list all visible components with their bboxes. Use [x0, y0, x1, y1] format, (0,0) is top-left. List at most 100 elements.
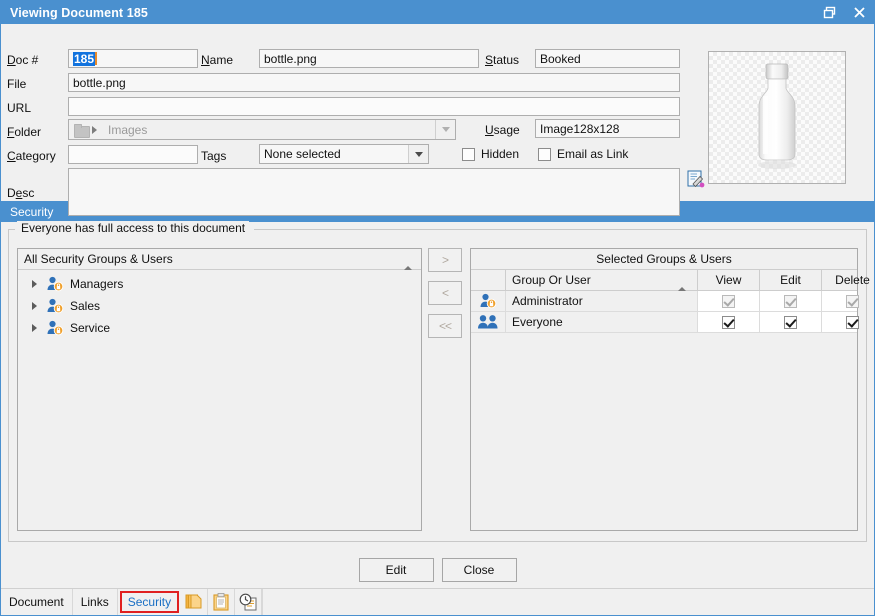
groupbox-legend: Everyone has full access to this documen… [17, 221, 249, 235]
grid-header-label: Group Or User [512, 273, 591, 287]
file-input[interactable]: bottle.png [68, 73, 680, 92]
close-dialog-button[interactable]: Close [442, 558, 517, 582]
all-groups-tree[interactable]: All Security Groups & Users Manag [17, 248, 422, 531]
history-icon [239, 593, 257, 611]
folder-label: Folder [7, 125, 41, 139]
tree-header[interactable]: All Security Groups & Users [18, 249, 421, 270]
row-view-cell[interactable] [698, 291, 760, 311]
category-input[interactable] [68, 145, 198, 164]
row-edit-cell[interactable] [760, 312, 822, 332]
desc-textarea[interactable] [68, 168, 680, 216]
tree-header-label: All Security Groups & Users [24, 252, 173, 266]
user-lock-icon [46, 320, 64, 336]
grid-header-row: Group Or User View Edit Delete [471, 270, 857, 291]
tree-node-label: Managers [70, 277, 123, 291]
add-button-label: > [442, 253, 448, 267]
selected-groups-grid[interactable]: Selected Groups & Users Group Or User Vi… [470, 248, 858, 531]
usage-value: Image128x128 [540, 122, 619, 136]
chevron-right-icon[interactable] [32, 302, 37, 310]
folder-value: Images [104, 123, 435, 137]
window-title: Viewing Document 185 [10, 6, 148, 20]
table-row[interactable]: Everyone [471, 312, 857, 333]
tab-label: Document [9, 595, 64, 609]
copy-button[interactable] [181, 589, 208, 615]
table-row[interactable]: Administrator [471, 291, 857, 312]
grid-header-label: Delete [835, 273, 870, 287]
row-name-label: Administrator [512, 294, 583, 308]
file-value: bottle.png [73, 76, 126, 90]
bottle-image [746, 62, 808, 174]
remove-all-button-label: << [439, 319, 451, 333]
chevron-down-icon [415, 152, 423, 157]
dialog-buttons: Edit Close [1, 558, 874, 582]
tree-node-service[interactable]: Service [18, 317, 421, 339]
row-delete-cell[interactable] [822, 291, 875, 311]
checkbox-box [538, 148, 551, 161]
tab-security[interactable]: Security [120, 591, 179, 613]
sort-ascending-icon [677, 273, 687, 287]
grid-header-icon [471, 270, 506, 290]
url-input[interactable] [68, 97, 680, 116]
usage-input[interactable]: Image128x128 [535, 119, 680, 138]
paste-button[interactable] [208, 589, 235, 615]
row-view-cell[interactable] [698, 312, 760, 332]
restore-button[interactable] [814, 1, 844, 24]
tab-document[interactable]: Document [1, 589, 73, 615]
folder-icon [74, 124, 89, 136]
tree-node-sales[interactable]: Sales [18, 295, 421, 317]
users-icon [477, 314, 499, 330]
folder-dropdown-arrow[interactable] [435, 120, 455, 139]
close-icon [853, 6, 866, 19]
tags-combobox[interactable]: None selected [259, 144, 429, 164]
hidden-label: Hidden [481, 147, 519, 161]
clipboard-icon [212, 593, 230, 611]
grid-header-group-or-user[interactable]: Group Or User [506, 270, 698, 290]
tags-dropdown-arrow[interactable] [408, 145, 428, 163]
row-name-label: Everyone [512, 315, 563, 329]
grid-empty-area [471, 333, 857, 530]
grid-header-view[interactable]: View [698, 270, 760, 290]
document-edit-icon-glyph [687, 170, 705, 188]
remove-all-button[interactable]: << [428, 314, 462, 338]
row-delete-cell[interactable] [822, 312, 875, 332]
delete-checkbox[interactable] [846, 295, 859, 308]
user-lock-icon [46, 298, 64, 314]
view-checkbox[interactable] [722, 295, 735, 308]
history-button[interactable] [235, 589, 262, 615]
chevron-right-icon[interactable] [32, 324, 37, 332]
remove-button[interactable]: < [428, 281, 462, 305]
doc-number-input[interactable]: 185 [68, 49, 198, 68]
chevron-right-icon[interactable] [32, 280, 37, 288]
name-input[interactable]: bottle.png [259, 49, 479, 68]
status-bar: Document Links Security [1, 588, 874, 615]
edit-checkbox[interactable] [784, 316, 797, 329]
edit-button[interactable]: Edit [359, 558, 434, 582]
tab-links[interactable]: Links [73, 589, 118, 615]
document-edit-icon[interactable] [687, 170, 705, 188]
user-lock-icon [46, 276, 64, 292]
tree-node-managers[interactable]: Managers [18, 273, 421, 295]
chevron-down-icon [442, 127, 450, 132]
view-checkbox[interactable] [722, 316, 735, 329]
breadcrumb-arrow-icon [92, 126, 97, 134]
email-as-link-checkbox[interactable]: Email as Link [538, 147, 628, 161]
grid-header-label: View [716, 273, 742, 287]
row-edit-cell[interactable] [760, 291, 822, 311]
status-input[interactable]: Booked [535, 49, 680, 68]
close-button[interactable] [844, 1, 874, 24]
folder-combobox[interactable]: Images [68, 119, 456, 140]
hidden-checkbox[interactable]: Hidden [462, 147, 519, 161]
grid-header-delete[interactable]: Delete [822, 270, 875, 290]
row-icon-cell [471, 312, 506, 332]
grid-title-label: Selected Groups & Users [596, 252, 731, 266]
edit-checkbox[interactable] [784, 295, 797, 308]
sort-ascending-icon [403, 252, 413, 266]
grid-header-edit[interactable]: Edit [760, 270, 822, 290]
close-button-label: Close [464, 563, 495, 577]
delete-checkbox[interactable] [846, 316, 859, 329]
tags-value: None selected [260, 147, 408, 161]
restore-icon [823, 6, 836, 19]
document-thumbnail[interactable] [708, 51, 846, 184]
row-name-cell: Administrator [506, 291, 698, 311]
add-button[interactable]: > [428, 248, 462, 272]
